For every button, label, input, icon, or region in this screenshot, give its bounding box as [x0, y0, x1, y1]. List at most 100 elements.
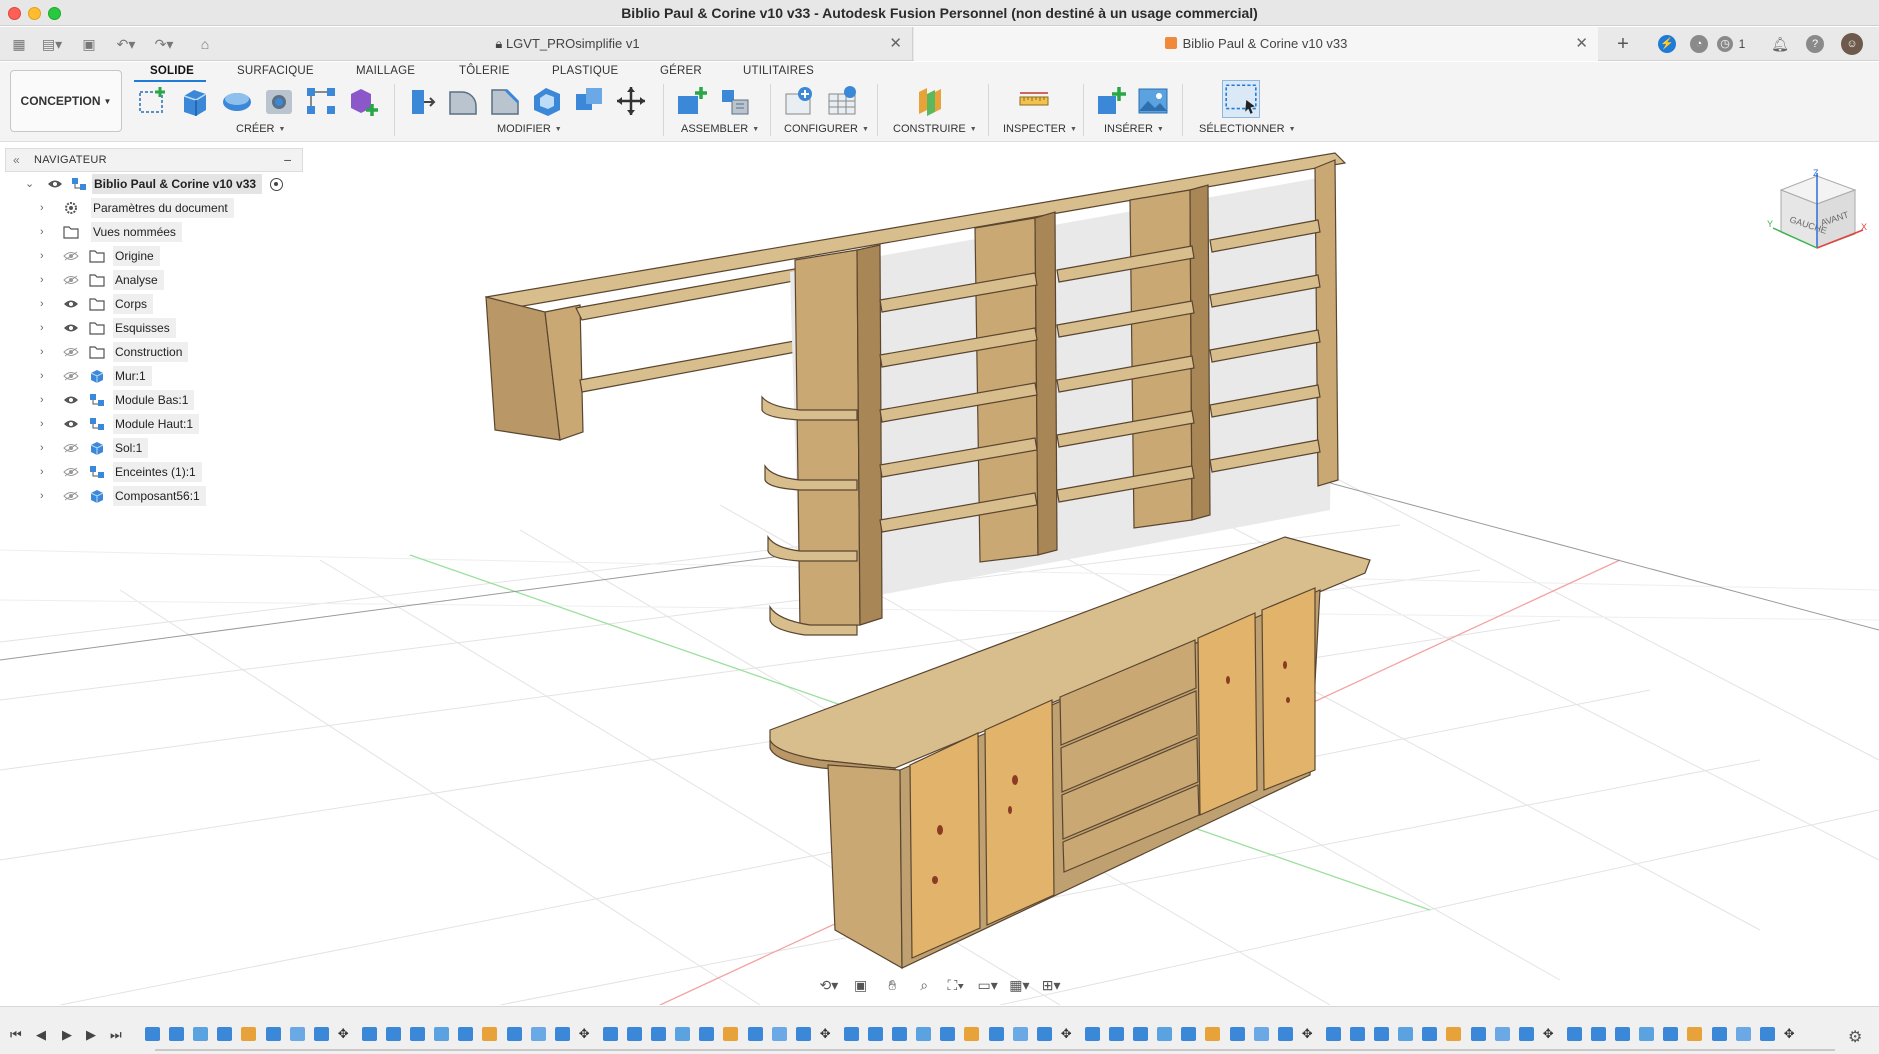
timeline-feature-icon[interactable]	[434, 1027, 450, 1041]
measure-icon[interactable]	[1017, 84, 1051, 118]
timeline-feature-icon[interactable]	[988, 1027, 1004, 1041]
ribbon-tab-plastique[interactable]: PLASTIQUE	[552, 65, 618, 77]
timeline-end-icon[interactable]: ⏭	[110, 1027, 122, 1043]
ribbon-tab-surfacique[interactable]: SURFACIQUE	[237, 65, 314, 77]
timeline-feature-icon[interactable]	[1205, 1027, 1221, 1041]
timeline-feature-icon[interactable]	[1012, 1027, 1028, 1041]
timeline-back-icon[interactable]: ◀	[36, 1027, 46, 1043]
timeline-feature-icon[interactable]	[1229, 1027, 1245, 1041]
navigator-item[interactable]: › Composant56:1	[5, 484, 303, 508]
group-selectionner[interactable]: SÉLECTIONNER ▼	[1199, 123, 1296, 135]
grid-settings-icon[interactable]: ▦▾	[1006, 974, 1034, 996]
select-icon[interactable]	[1222, 80, 1260, 118]
look-at-icon[interactable]: ▣	[847, 974, 875, 996]
timeline-feature-icon[interactable]	[651, 1027, 667, 1041]
timeline-feature-icon[interactable]	[627, 1027, 642, 1041]
timeline-feature-icon[interactable]	[1277, 1027, 1293, 1041]
eye-hidden-icon[interactable]	[63, 491, 79, 501]
navigator-item[interactable]: › Module Bas:1	[5, 388, 303, 412]
eye-icon[interactable]	[63, 323, 79, 333]
timeline-feature-icon[interactable]: ✥	[338, 1027, 353, 1041]
timeline-feature-icon[interactable]	[410, 1027, 426, 1041]
chevron-right-icon[interactable]: ›	[40, 220, 50, 244]
chevron-right-icon[interactable]: ›	[40, 484, 50, 508]
eye-icon[interactable]	[63, 299, 79, 309]
chevron-right-icon[interactable]: ›	[40, 436, 50, 460]
timeline-feature-icon[interactable]	[458, 1027, 474, 1041]
gear-icon[interactable]: ⚙	[1848, 1027, 1862, 1047]
navigator-item[interactable]: › Origine	[5, 244, 303, 268]
orbit-icon[interactable]: ⟲▾	[815, 974, 843, 996]
timeline-feature-icon[interactable]	[723, 1027, 739, 1041]
timeline-feature-icon[interactable]: ✥	[1543, 1027, 1558, 1041]
joint-icon[interactable]	[718, 84, 752, 118]
fillet-icon[interactable]	[446, 84, 480, 118]
ribbon-tab-tolerie[interactable]: TÔLERIE	[459, 65, 510, 77]
timeline-feature-icon[interactable]	[916, 1027, 932, 1041]
help-icon[interactable]: ?	[1806, 35, 1824, 53]
eye-hidden-icon[interactable]	[63, 467, 79, 477]
timeline-feature-icon[interactable]	[1036, 1027, 1052, 1041]
notification-icon[interactable]: 🔔︎	[1771, 35, 1789, 53]
timeline-feature-icon[interactable]	[699, 1027, 715, 1041]
configure-icon[interactable]	[783, 84, 817, 118]
undo-icon[interactable]: ↶▾	[112, 33, 140, 55]
eye-hidden-icon[interactable]	[63, 251, 79, 261]
timeline-feature-icon[interactable]	[795, 1027, 811, 1041]
new-assembly-component-icon[interactable]	[675, 84, 709, 118]
viewports-icon[interactable]: ⊞▾	[1037, 974, 1065, 996]
pan-icon[interactable]: ✋︎	[879, 974, 907, 996]
home-icon[interactable]: ⌂	[194, 33, 216, 55]
ribbon-tab-utilitaires[interactable]: UTILITAIRES	[743, 65, 814, 77]
ribbon-tab-solide[interactable]: SOLIDE	[150, 65, 194, 77]
timeline-feature-icon[interactable]	[843, 1027, 859, 1041]
timeline-feature-icon[interactable]	[386, 1027, 401, 1041]
move-icon[interactable]	[614, 84, 648, 118]
minimize-panel-icon[interactable]: −	[284, 149, 292, 171]
timeline-feature-icon[interactable]	[361, 1027, 377, 1041]
timeline-feature-icon[interactable]: ✥	[1302, 1027, 1317, 1041]
timeline-feature-icon[interactable]	[747, 1027, 763, 1041]
timeline-feature-icon[interactable]	[1687, 1027, 1703, 1041]
viewcube[interactable]: GAUCHE AVANT Z X Y	[1765, 168, 1869, 258]
eye-icon[interactable]	[63, 395, 79, 405]
timeline-feature-icon[interactable]	[1446, 1027, 1462, 1041]
job-status-icon[interactable]: ◷	[1717, 36, 1733, 52]
insert-canvas-icon[interactable]	[1136, 84, 1170, 118]
chevron-right-icon[interactable]: ›	[40, 364, 50, 388]
group-inserer[interactable]: INSÉRER ▼	[1104, 123, 1164, 135]
timeline-feature-icon[interactable]	[675, 1027, 691, 1041]
chevron-right-icon[interactable]: ›	[40, 340, 50, 364]
timeline-feature-icon[interactable]	[1591, 1027, 1606, 1041]
navigator-item[interactable]: › Vues nommées	[5, 220, 303, 244]
timeline-feature-icon[interactable]	[1470, 1027, 1486, 1041]
revolve-icon[interactable]	[220, 84, 254, 118]
close-tab-icon[interactable]: ✕	[889, 27, 902, 61]
navigator-item[interactable]: › Esquisses	[5, 316, 303, 340]
timeline-feature-icon[interactable]	[868, 1027, 883, 1041]
timeline-feature-icon[interactable]: ✥	[1784, 1027, 1799, 1041]
timeline-play-icon[interactable]: ▶	[62, 1027, 72, 1043]
timeline-start-icon[interactable]: ⏮	[10, 1027, 22, 1043]
chevron-right-icon[interactable]: ›	[40, 268, 50, 292]
timeline-feature-icon[interactable]	[1422, 1027, 1438, 1041]
timeline-feature-icon[interactable]	[145, 1027, 160, 1041]
timeline-feature-icon[interactable]	[241, 1027, 257, 1041]
zoom-icon[interactable]: ⌕	[910, 974, 938, 996]
timeline-feature-icon[interactable]: ✥	[1061, 1027, 1076, 1041]
group-creer[interactable]: CRÉER ▼	[236, 123, 285, 135]
eye-icon[interactable]	[47, 179, 63, 189]
group-configurer[interactable]: CONFIGURER ▼	[784, 123, 869, 135]
timeline-feature-icon[interactable]	[169, 1027, 185, 1041]
timeline-feature-icon[interactable]	[1639, 1027, 1655, 1041]
extensions-icon[interactable]: ⚡	[1658, 35, 1676, 53]
combine-icon[interactable]	[572, 84, 606, 118]
ribbon-tab-gerer[interactable]: GÉRER	[660, 65, 702, 77]
eye-hidden-icon[interactable]	[63, 347, 79, 357]
timeline-forward-icon[interactable]: ▶	[86, 1027, 96, 1043]
chevron-right-icon[interactable]: ›	[40, 316, 50, 340]
navigator-item[interactable]: › Analyse	[5, 268, 303, 292]
navigator-item[interactable]: › Mur:1	[5, 364, 303, 388]
timeline-feature-icon[interactable]	[892, 1027, 908, 1041]
chevron-down-icon[interactable]: ⌄	[25, 172, 35, 196]
